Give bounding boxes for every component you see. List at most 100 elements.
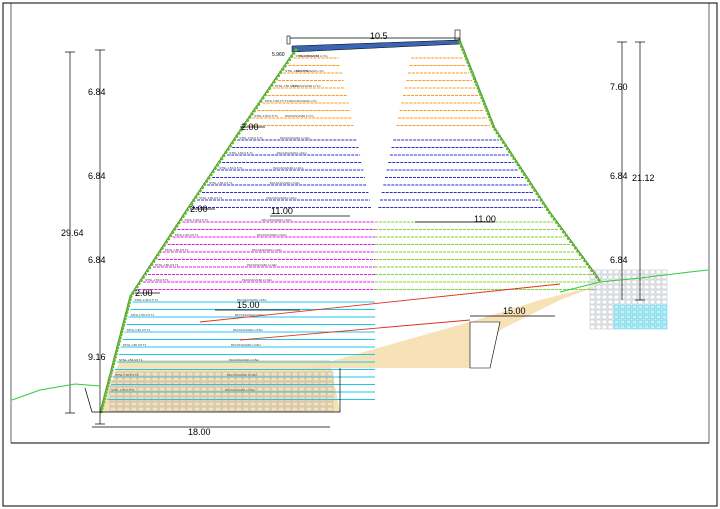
toe-block (649, 289, 656, 295)
facing-vegetation (495, 131, 499, 135)
toe-block (601, 309, 608, 315)
facing-vegetation (102, 397, 107, 401)
toe-block (613, 269, 620, 275)
facing-vegetation (150, 262, 154, 266)
toe-block (619, 299, 626, 305)
facing-vegetation (265, 90, 269, 94)
facing-vegetation (125, 307, 130, 311)
toe-block (643, 319, 650, 325)
toe-block (595, 294, 602, 300)
facing-vegetation (520, 169, 524, 173)
toe-block (631, 319, 638, 325)
facing-vegetation (175, 224, 179, 228)
facing-vegetation (224, 150, 228, 154)
toe-block (589, 274, 596, 280)
toe-block (631, 279, 638, 285)
facing-label: STNL 1:50 0.5 T1 (115, 373, 139, 377)
embankment-body (99, 39, 601, 413)
facing-vegetation (160, 246, 164, 250)
facing-vegetation (294, 48, 298, 52)
facing-vegetation (476, 86, 480, 90)
toe-block (637, 299, 644, 305)
facing-vegetation (508, 150, 512, 154)
facing-vegetation (106, 384, 110, 388)
small-level-label: 5.960 (272, 52, 285, 58)
facing-vegetation (484, 105, 488, 109)
facing-vegetation (226, 147, 230, 151)
facing-vegetation (120, 330, 124, 334)
facing-vegetation (220, 157, 224, 161)
facing-vegetation (493, 128, 497, 132)
facing-vegetation (198, 189, 202, 193)
facing-vegetation (472, 76, 476, 80)
facing-vegetation (131, 291, 135, 295)
facing-label: STNL 1:50 0.5 T1 (199, 196, 223, 200)
toe-block (607, 309, 614, 315)
facing-vegetation (129, 294, 133, 298)
facing-vegetation (126, 304, 131, 308)
facing-vegetation (583, 259, 587, 263)
facing-vegetation (541, 201, 545, 205)
ground-line-right (559, 269, 709, 293)
facing-vegetation (477, 89, 481, 93)
toe-block (601, 314, 608, 320)
facing-vegetation (518, 166, 522, 170)
toe-block (601, 304, 608, 310)
facing-vegetation (183, 211, 187, 215)
facing-vegetation (122, 320, 126, 324)
toe-block (661, 294, 668, 300)
toe-block (607, 294, 614, 300)
facing-vegetation (250, 112, 254, 116)
toe-block (661, 324, 668, 330)
facing-vegetation (485, 108, 489, 112)
toe-block (661, 304, 668, 310)
left-tier-height-2: 6.84 (88, 171, 106, 181)
toe-block (625, 319, 632, 325)
facing-vegetation (154, 256, 158, 260)
toe-block (661, 319, 668, 325)
left-tier-height-4: 9.16 (88, 352, 106, 362)
facing-vegetation (466, 60, 470, 64)
facing-vegetation (137, 282, 141, 286)
facing-vegetation (119, 333, 123, 337)
facing-vegetation (152, 259, 156, 263)
toe-block (625, 274, 632, 280)
toe-block (655, 299, 662, 305)
facing-vegetation (499, 137, 503, 141)
toe-block (655, 314, 662, 320)
facing-vegetation (259, 99, 263, 103)
facing-vegetation (531, 185, 535, 189)
toe-block (601, 284, 608, 290)
toe-block (601, 274, 608, 280)
toe-block (643, 309, 650, 315)
toe-block (661, 269, 668, 275)
toe-block (643, 269, 650, 275)
facing-vegetation (276, 74, 280, 78)
toe-block (631, 299, 638, 305)
toe-block (607, 324, 614, 330)
facing-vegetation (292, 51, 296, 55)
toe-block (661, 289, 668, 295)
facing-vegetation (555, 220, 559, 224)
facing-vegetation (491, 124, 495, 128)
toe-block (637, 279, 644, 285)
facing-vegetation (482, 102, 487, 106)
toe-block (637, 284, 644, 290)
facing-vegetation (105, 387, 109, 391)
facing-label: STNL 1:50 0.5 T1 (165, 248, 189, 252)
toe-block (589, 319, 596, 325)
facing-vegetation (211, 170, 215, 174)
toe-block (607, 289, 614, 295)
facing-vegetation (279, 70, 283, 74)
toe-block (619, 294, 626, 300)
facing-vegetation (192, 198, 196, 202)
facing-vegetation (272, 80, 276, 84)
facing-vegetation (522, 172, 526, 176)
facing-vegetation (106, 381, 111, 385)
facing-vegetation (557, 224, 561, 228)
facing-vegetation (147, 266, 152, 270)
toe-block (655, 309, 662, 315)
toe-block (661, 309, 668, 315)
facing-vegetation (205, 179, 209, 183)
reinforcement-label: PACCFGVG60 L=10m (280, 136, 311, 140)
